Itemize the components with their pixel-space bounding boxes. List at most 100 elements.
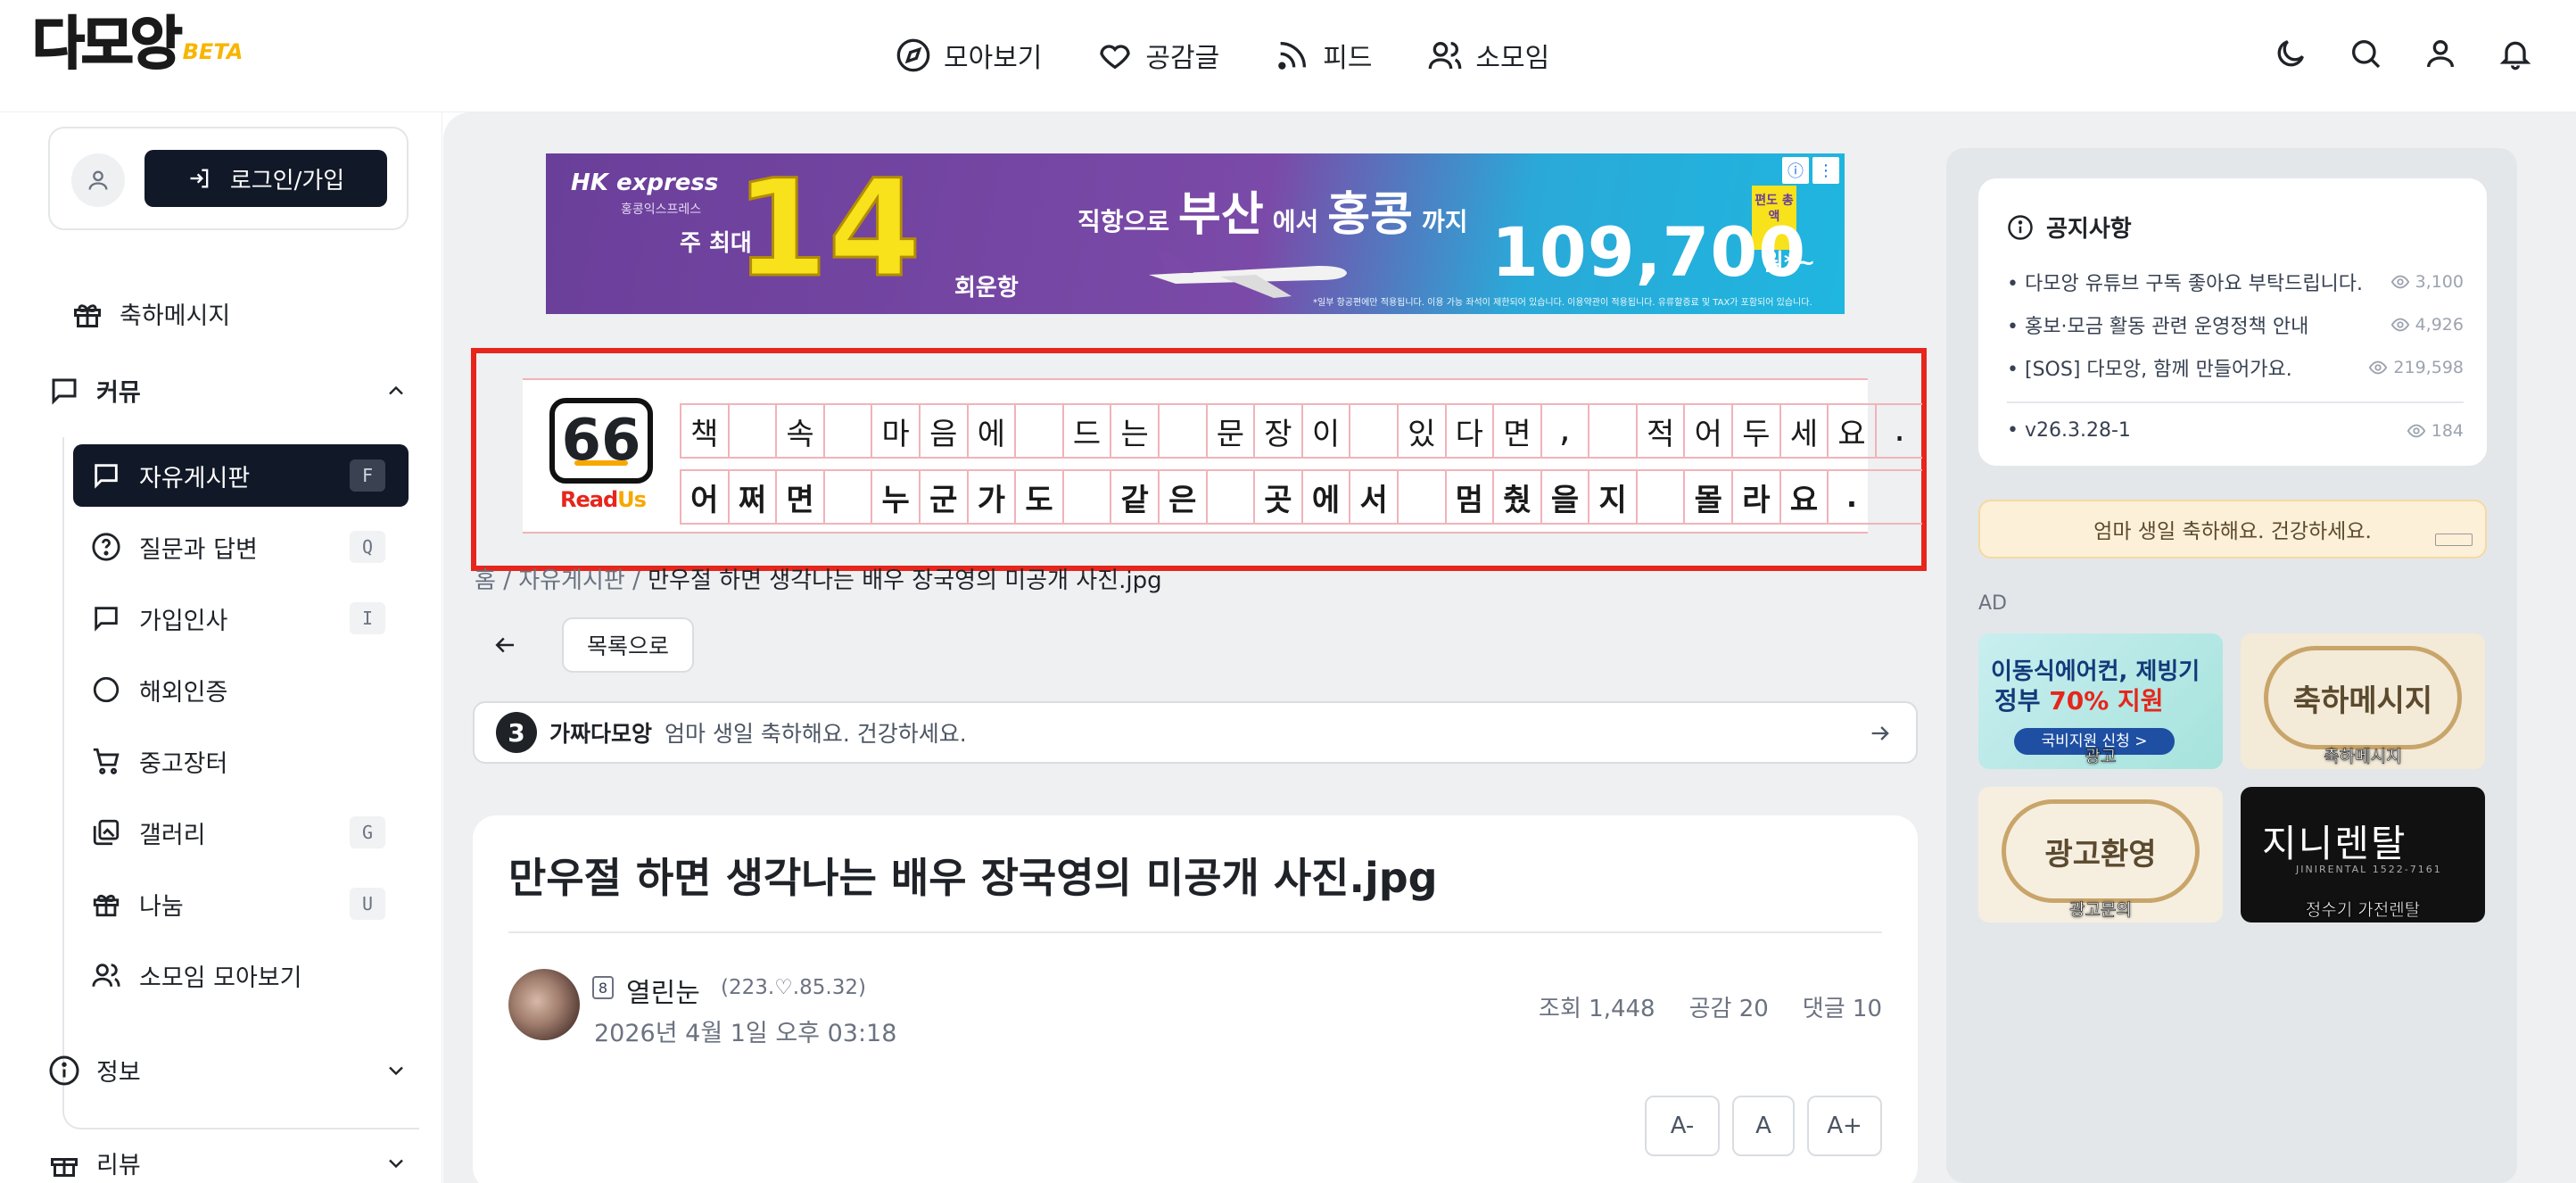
nav-somoim[interactable]: 소모임 [1427,30,1549,80]
site-logo[interactable]: 다모앙 BETA [31,15,243,74]
nav-label: 소모임 [1475,43,1550,74]
breadcrumb-home[interactable]: 홈 [475,567,496,594]
section-label: 정보 [96,1059,141,1087]
ad-brand: HK express [571,170,719,196]
manuscript-cell [822,471,871,523]
manuscript-cell [822,405,871,457]
ad-banner-hkexpress[interactable]: HK express 홍콩익스프레스 주 최대 14 회운항 직항으로 부산 에… [546,153,1845,314]
ad-tile-caption: 광고 [2085,747,2117,767]
avatar [71,153,125,207]
section-label: 커뮤 [96,379,141,407]
ad-route-post: 까지 [1421,207,1468,236]
sidebar-item-market[interactable]: 중고장터 [73,730,409,792]
manuscript-line-1: 책 속 마음에 드는 문장이 있다면, 적어두세요. [680,403,1923,459]
info-icon [2008,214,2033,240]
nav-feed[interactable]: 피드 [1275,30,1372,80]
manuscript-cell: 곳 [1253,471,1301,523]
top-header: 다모앙 BETA 모아보기 공감글 피드 소모임 [0,0,2576,112]
manuscript-cell: 을 [1540,471,1589,523]
login-label: 로그인/가입 [229,167,345,194]
sidebar-item-qna[interactable]: 질문과 답변 Q [73,516,409,578]
sidebar-item-overseas[interactable]: 해외인증 [73,658,409,721]
sidebar-item-celebrate[interactable]: 축하메시지 [71,296,230,331]
notice-item[interactable]: • 홍보·모금 활동 관련 운영정책 안내 4,926 [2007,310,2464,339]
font-decrease-button[interactable]: A- [1645,1096,1720,1156]
ad-tile-caption: 정수기 가전렌탈 [2305,900,2421,921]
section-label: 리뷰 [96,1152,141,1179]
manuscript-cell: 드 [1061,405,1110,457]
divider [2007,401,2464,403]
view-count: 조회 1,448 [1539,996,1655,1022]
search-icon[interactable] [2348,36,2383,71]
font-increase-button[interactable]: A+ [1807,1096,1882,1156]
login-button[interactable]: 로그인/가입 [144,150,387,207]
bell-icon[interactable] [2498,36,2533,71]
author-name[interactable]: 열린눈 [626,971,700,1010]
chat-icon [95,464,118,489]
sidebar-section-community[interactable]: 커뮤 [48,373,409,408]
gallery-icon [93,819,120,846]
like-count: 공감 20 [1688,996,1769,1022]
notice-strip-message: 엄마 생일 축하해요. 건강하세요. [665,721,967,747]
ad-label: AD [1978,592,2007,615]
manuscript-cell [1157,405,1206,457]
moon-icon[interactable] [2273,36,2308,71]
nav-gonggam[interactable]: 공감글 [1097,30,1219,80]
manuscript-cell: 마 [871,405,919,457]
ad-menu-icon[interactable]: ⋮ [1812,157,1839,184]
main-nav: 모아보기 공감글 피드 소모임 [896,30,1549,80]
user-icon[interactable] [2423,36,2458,71]
manuscript-cell: 몰 [1683,471,1731,523]
ad-tile-aircon[interactable]: 이동식에어컨, 제빙기 정부 70% 지원 국비지원 신청 > 광고 [1978,633,2223,769]
readus-banner[interactable]: 66 ReadUs 책 속 마음에 드는 문장이 있다면, 적어두세요. 어쩌면… [523,378,1923,534]
sidebar-section-review[interactable]: 리뷰 [48,1146,409,1180]
nav-label: 공감글 [1145,43,1220,74]
birthday-banner[interactable]: 엄마 생일 축하해요. 건강하세요. [1978,500,2487,558]
manuscript-cell: 다 [1444,405,1493,457]
breadcrumb-board[interactable]: 자유게시판 [518,567,625,594]
ad-info-icon[interactable]: ⓘ [1782,157,1809,184]
notice-strip-name: 가짜다모앙 [549,721,653,747]
sidebar-item-share[interactable]: 나눔 U [73,873,409,935]
nav-moabogi[interactable]: 모아보기 [896,30,1042,80]
sidebar-item-greeting[interactable]: 가입인사 I [73,587,409,649]
back-button[interactable] [478,621,532,669]
manuscript-cell [1635,471,1684,523]
font-reset-button[interactable]: A [1732,1096,1795,1156]
nav-label: 모아보기 [944,43,1043,74]
ad-tile-jinirental[interactable]: 지니렌탈 JINIRENTAL 1522-7161 정수기 가전렌탈 [2241,787,2485,922]
airplane-icon [1149,252,1347,298]
users-icon [1429,42,1462,70]
manuscript-cell: , [1540,405,1589,457]
notice-item[interactable]: • [SOS] 다모앙, 함께 만들어가요. 219,598 [2007,353,2464,382]
sidebar-item-somoim-all[interactable]: 소모임 모아보기 [73,944,409,1006]
ad-tile-welcome[interactable]: 광고환영 광고문의 [1978,787,2223,922]
circle-icon [93,676,120,703]
chevron-down-icon [389,1159,403,1168]
sidebar-section-info[interactable]: 정보 [48,1053,409,1088]
header-actions [2273,36,2533,71]
comment-count[interactable]: 댓글 10 [1803,990,1882,1023]
sidebar-item-free-board[interactable]: 자유게시판 F [73,444,409,507]
notice-text-value: 홍보·모금 활동 관련 운영정책 안내 [2024,316,2309,338]
version-text: • v26.3.28-1 [2007,419,2131,442]
chat-icon [52,378,77,405]
chevron-up-icon [389,385,403,394]
notice-item[interactable]: • 다모앙 유튜브 구독 좋아요 부탁드립니다. 3,100 [2007,268,2464,296]
version-item[interactable]: • v26.3.28-1 184 [2007,419,2464,442]
manuscript-cell: 췄 [1492,471,1540,523]
notice-strip[interactable]: 3 가짜다모앙 엄마 생일 축하해요. 건강하세요. [473,701,1918,764]
manuscript-cell: 은 [1157,471,1206,523]
ad-route-pre: 직항으로 [1077,207,1170,236]
manuscript-cell [1349,405,1397,457]
notice-views: 3,100 [2390,272,2464,292]
author-avatar[interactable] [508,969,580,1040]
question-icon [92,533,120,561]
sidebar-item-label: 자유게시판 [139,464,251,492]
ad-tile-celebrate[interactable]: 축하메시지 축하메시지 [2241,633,2485,769]
list-button[interactable]: 목록으로 [562,617,694,673]
notice-header: 공지사항 [2007,211,2132,244]
ad-tile-text: 광고환영 [2002,799,2200,903]
sidebar-item-gallery[interactable]: 갤러리 G [73,801,409,864]
chat-icon [95,607,118,632]
